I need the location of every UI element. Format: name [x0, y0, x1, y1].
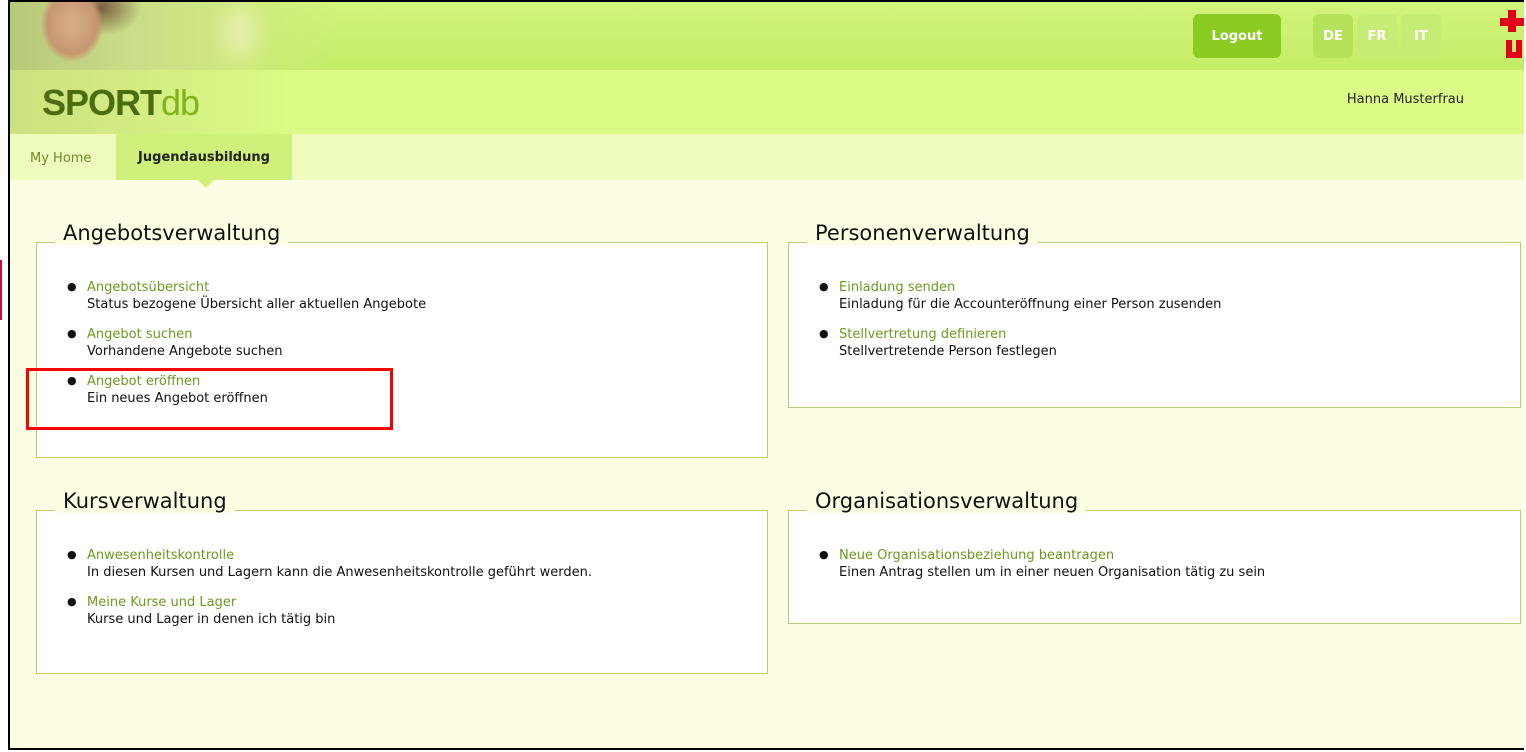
item-description: Einladung für die Accounteröffnung einer…	[839, 297, 1222, 312]
bullet-icon: ●	[67, 327, 77, 340]
app-logo[interactable]: SPORTdb	[42, 82, 200, 124]
language-it-button[interactable]: IT	[1401, 14, 1441, 58]
item-description: In diesen Kursen und Lagern kann die Anw…	[87, 565, 592, 580]
edge-marker	[0, 260, 2, 320]
tab-jugendausbildung[interactable]: Jugendausbildung	[116, 134, 292, 180]
link-angebot-suchen[interactable]: Angebot suchen	[87, 326, 426, 343]
bullet-icon: ●	[67, 548, 77, 561]
list-item: ● Stellvertretung definieren Stellvertre…	[819, 326, 1221, 360]
language-fr-button[interactable]: FR	[1357, 14, 1397, 58]
panel-kursverwaltung: Kursverwaltung ● Anwesenheitskontrolle I…	[36, 489, 768, 674]
item-description: Einen Antrag stellen um in einer neuen O…	[839, 565, 1266, 580]
app-frame: SPORTdb Hanna Musterfrau Logout DE FR IT…	[8, 0, 1524, 750]
list-item: ● Meine Kurse und Lager Kurse und Lager …	[67, 594, 592, 628]
list-item: ● Neue Organisationsbeziehung beantragen…	[819, 547, 1265, 581]
active-tab-pointer	[198, 180, 214, 188]
panel-list: ● Einladung senden Einladung für die Acc…	[819, 279, 1221, 373]
logout-button[interactable]: Logout	[1193, 14, 1281, 58]
panel-title: Personenverwaltung	[807, 221, 1038, 245]
item-description: Vorhandene Angebote suchen	[87, 344, 283, 359]
link-stellvertretung-definieren[interactable]: Stellvertretung definieren	[839, 326, 1221, 343]
list-item: ● Angebotsübersicht Status bezogene Über…	[67, 279, 426, 313]
panel-title: Angebotsverwaltung	[55, 221, 289, 245]
user-name: Hanna Musterfrau	[1346, 92, 1464, 107]
bullet-icon: ●	[67, 595, 77, 608]
logo-db: db	[161, 82, 200, 123]
bullet-icon: ●	[819, 548, 829, 561]
link-angebotsuebersicht[interactable]: Angebotsübersicht	[87, 279, 426, 296]
tab-my-home[interactable]: My Home	[30, 151, 91, 166]
item-description: Kurse und Lager in denen ich tätig bin	[87, 612, 336, 627]
panel-personenverwaltung: Personenverwaltung ● Einladung senden Ei…	[788, 221, 1521, 408]
panel-organisationsverwaltung: Organisationsverwaltung ● Neue Organisat…	[788, 489, 1521, 624]
list-item: ● Anwesenheitskontrolle In diesen Kursen…	[67, 547, 592, 581]
link-einladung-senden[interactable]: Einladung senden	[839, 279, 1221, 296]
panel-title: Kursverwaltung	[55, 489, 235, 513]
link-meine-kurse-und-lager[interactable]: Meine Kurse und Lager	[87, 594, 592, 611]
link-anwesenheitskontrolle[interactable]: Anwesenheitskontrolle	[87, 547, 592, 564]
federal-logo-icon	[1500, 10, 1524, 62]
panel-list: ● Anwesenheitskontrolle In diesen Kursen…	[67, 547, 592, 641]
bullet-icon: ●	[819, 327, 829, 340]
logo-sport: SPORT	[42, 82, 162, 123]
header-photo	[10, 2, 340, 70]
link-neue-organisationsbeziehung[interactable]: Neue Organisationsbeziehung beantragen	[839, 547, 1265, 564]
annotation-highlight-box	[26, 368, 393, 430]
list-item: ● Einladung senden Einladung für die Acc…	[819, 279, 1221, 313]
bullet-icon: ●	[67, 280, 77, 293]
item-description: Stellvertretende Person festlegen	[839, 344, 1057, 359]
language-de-button[interactable]: DE	[1313, 14, 1353, 58]
item-description: Status bezogene Übersicht aller aktuelle…	[87, 297, 427, 312]
bullet-icon: ●	[819, 280, 829, 293]
panel-title: Organisationsverwaltung	[807, 489, 1087, 513]
panel-list: ● Neue Organisationsbeziehung beantragen…	[819, 547, 1265, 594]
list-item: ● Angebot suchen Vorhandene Angebote suc…	[67, 326, 426, 360]
